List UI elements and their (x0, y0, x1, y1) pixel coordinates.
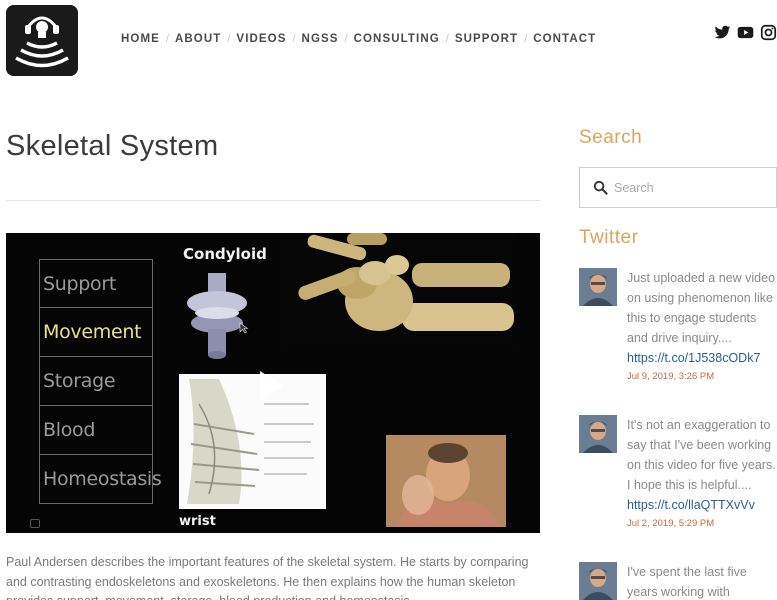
tweet-date[interactable]: Jul 2, 2019, 5:29 PM (627, 518, 777, 529)
search-input[interactable] (614, 176, 764, 200)
video-player[interactable]: Support Movement Storage Blood Homeostas… (6, 233, 540, 533)
divider (6, 200, 540, 201)
tweet-text: I've spent the last five years working w… (627, 565, 747, 599)
function-blood: Blood (39, 406, 153, 455)
captions-icon[interactable] (30, 519, 40, 528)
nav-separator: / (227, 33, 231, 45)
avatar[interactable] (579, 268, 617, 306)
nav-separator: / (445, 33, 449, 45)
function-storage: Storage (39, 357, 153, 406)
function-support: Support (39, 259, 153, 308)
nav-separator: / (165, 33, 169, 45)
nav-ngss[interactable]: NGSS (302, 33, 339, 45)
tweet-date[interactable]: Jul 9, 2019, 3:26 PM (627, 371, 777, 382)
site-logo[interactable] (6, 5, 78, 76)
instagram-icon[interactable] (760, 24, 777, 41)
twitter-icon[interactable] (714, 24, 731, 41)
function-movement: Movement (39, 308, 153, 357)
tweet-text: Just uploaded a new video on using pheno… (627, 271, 776, 345)
search-widget-title: Search (579, 127, 643, 148)
wrist-illustration (179, 374, 326, 509)
avatar[interactable] (579, 415, 617, 453)
presenter-image (386, 435, 506, 527)
nav-separator: / (524, 33, 528, 45)
social-links (714, 24, 777, 41)
nav-contact[interactable]: CONTACT (533, 33, 596, 45)
nav-separator: / (292, 33, 296, 45)
search-icon (593, 180, 608, 195)
video-description: Paul Andersen describes the important fe… (6, 555, 529, 600)
main-nav: HOME / ABOUT / VIDEOS / NGSS / CONSULTIN… (121, 33, 596, 45)
youtube-icon[interactable] (737, 24, 754, 41)
cursor-icon (239, 322, 249, 334)
condyloid-joint-image (187, 273, 247, 359)
page-title: Skeletal System (6, 130, 219, 162)
skeleton-functions-list: Support Movement Storage Blood Homeostas… (39, 259, 162, 504)
nav-support[interactable]: SUPPORT (455, 33, 518, 45)
wrist-label: wrist (179, 514, 216, 529)
search-field (579, 167, 777, 208)
joint-label: Condyloid (183, 245, 267, 263)
avatar[interactable] (579, 562, 617, 600)
headphones-logo-icon (6, 5, 78, 76)
play-icon[interactable] (256, 369, 286, 403)
hand-bones-image (287, 233, 517, 348)
nav-home[interactable]: HOME (121, 33, 160, 45)
tweet-link[interactable]: https://t.co/llaQTTXvVv (627, 495, 777, 515)
tweet-text: It's not an exaggeration to say that I'v… (627, 418, 776, 492)
function-homeostasis: Homeostasis (39, 455, 162, 504)
nav-about[interactable]: ABOUT (175, 33, 221, 45)
nav-videos[interactable]: VIDEOS (236, 33, 286, 45)
tweet-link[interactable]: https://t.co/1J538cODk7 (627, 348, 777, 368)
twitter-widget-title: Twitter (579, 227, 639, 248)
nav-consulting[interactable]: CONSULTING (354, 33, 440, 45)
nav-separator: / (344, 33, 348, 45)
